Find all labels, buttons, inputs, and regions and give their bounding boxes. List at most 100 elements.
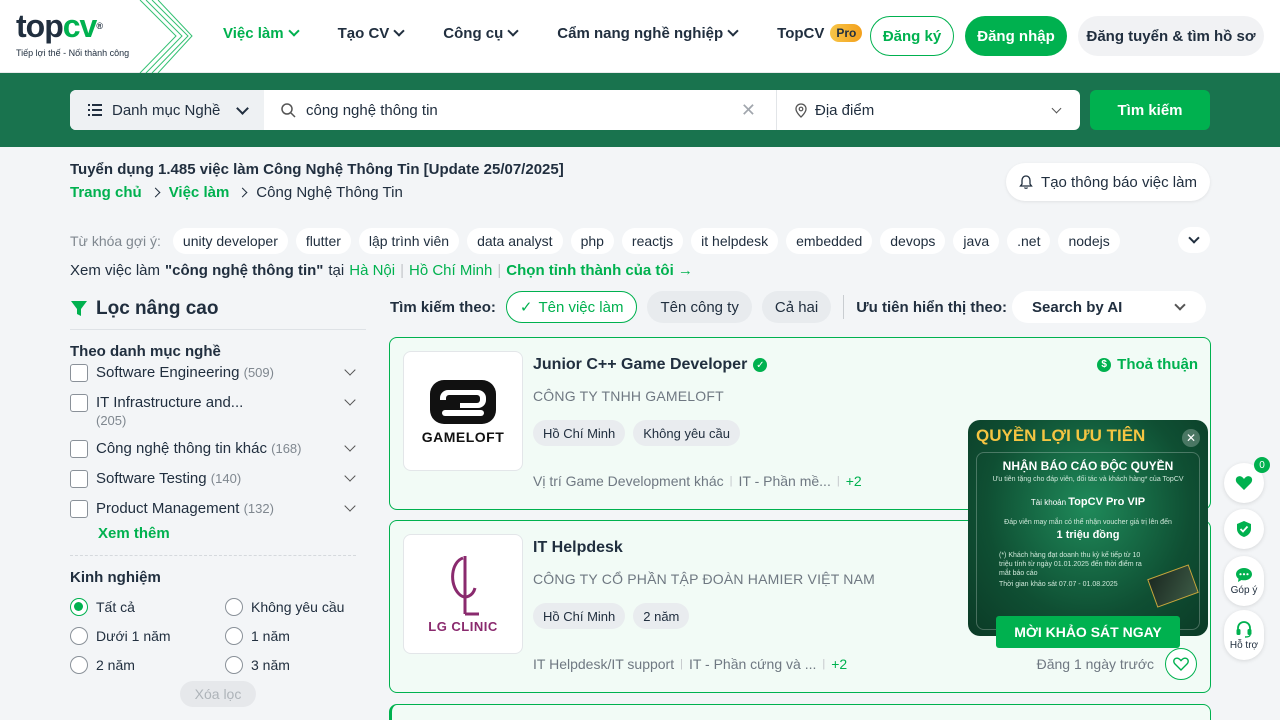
keyword-chip[interactable]: lập trình viên: [358, 228, 460, 254]
city-link-hcm[interactable]: Hồ Chí Minh: [409, 262, 492, 279]
location-pin-icon: [795, 102, 807, 118]
breadcrumb-current: Công Nghệ Thông Tin: [256, 184, 403, 201]
radio[interactable]: [225, 656, 243, 674]
job-title[interactable]: IT Helpdesk: [533, 539, 623, 557]
keyword-input[interactable]: công nghệ thông tin ✕: [264, 90, 777, 130]
search-by-job-title[interactable]: ✓ Tên việc làm: [505, 291, 638, 323]
keyword-chip[interactable]: nodejs: [1058, 228, 1120, 254]
feedback-button[interactable]: Góp ý: [1224, 556, 1264, 606]
chevron-down-icon[interactable]: [344, 470, 356, 482]
nav-topcv-pro[interactable]: TopCV Pro: [777, 24, 863, 42]
breadcrumb-home[interactable]: Trang chủ: [70, 184, 142, 201]
clear-icon[interactable]: ✕: [741, 100, 756, 121]
category-filter-item[interactable]: Product Management (132): [70, 500, 360, 518]
chevron-down-icon[interactable]: [344, 500, 356, 512]
close-icon[interactable]: ✕: [1182, 429, 1200, 447]
promo-cta-button[interactable]: MỜI KHẢO SÁT NGAY: [996, 616, 1180, 648]
checkbox[interactable]: [70, 440, 88, 458]
category-filter-item[interactable]: Software Testing (140): [70, 470, 360, 488]
nav-tools[interactable]: Công cụ: [443, 24, 519, 42]
company-logo[interactable]: GAMELOFT: [403, 351, 523, 471]
filter-icon: [71, 301, 87, 316]
nav-career-guide[interactable]: Cẩm nang nghề nghiệp: [557, 24, 739, 42]
suggested-keywords: Từ khóa gợi ý: unity developer flutter l…: [70, 228, 1120, 254]
checkbox[interactable]: [70, 470, 88, 488]
radio-selected[interactable]: [70, 598, 88, 616]
chevron-down-icon[interactable]: [344, 394, 356, 406]
priority-select[interactable]: Search by AI: [1012, 291, 1206, 323]
chevron-down-icon[interactable]: [344, 364, 356, 376]
experience-option[interactable]: 3 năm: [225, 656, 290, 674]
chevron-down-icon[interactable]: [344, 440, 356, 452]
promo-fine-print: (*) Khách hàng đạt doanh thu kỳ kế tiếp …: [999, 552, 1142, 577]
chevron-down-icon: [727, 25, 739, 37]
see-more-link[interactable]: Xem thêm: [98, 525, 170, 542]
job-title[interactable]: Junior C++ Game Developer ✓: [533, 356, 768, 374]
chevron-down-icon: [1051, 103, 1062, 113]
keyword-chip[interactable]: java: [953, 228, 1000, 254]
location-select[interactable]: Địa điểm: [777, 102, 1080, 119]
experience-option[interactable]: 1 năm: [225, 627, 290, 645]
experience-tag: Không yêu cầu: [633, 420, 740, 446]
expand-keywords-button[interactable]: [1178, 227, 1210, 253]
experience-tag: 2 năm: [633, 603, 690, 629]
search-by-company[interactable]: Tên công ty: [647, 291, 752, 323]
keyword-chip[interactable]: flutter: [295, 228, 351, 254]
category-filter-item[interactable]: IT Infrastructure and... (205): [70, 394, 360, 430]
promo-popup[interactable]: QUYỀN LỢI ƯU TIÊN ✕ NHẬN BÁO CÁO ĐỘC QUY…: [968, 420, 1208, 636]
checkbox[interactable]: [70, 500, 88, 518]
company-name[interactable]: CÔNG TY CỔ PHẦN TẬP ĐOÀN HAMIER VIỆT NAM: [533, 571, 875, 587]
location-tag: Hồ Chí Minh: [533, 603, 626, 629]
experience-option[interactable]: 2 năm: [70, 656, 135, 674]
keyword-chip[interactable]: unity developer: [172, 228, 288, 254]
radio[interactable]: [70, 656, 88, 674]
category-filter-item[interactable]: Công nghệ thông tin khác (168): [70, 440, 360, 458]
radio[interactable]: [225, 598, 243, 616]
nav-create-cv[interactable]: Tạo CV: [338, 24, 405, 42]
protect-button[interactable]: [1224, 509, 1264, 549]
category-select[interactable]: Danh mục Nghề: [70, 90, 264, 130]
experience-option[interactable]: Dưới 1 năm: [70, 627, 171, 645]
radio[interactable]: [225, 627, 243, 645]
experience-option[interactable]: Không yêu cầu: [225, 598, 344, 616]
job-card[interactable]: [389, 704, 1211, 720]
clear-filter-button[interactable]: Xóa lọc: [180, 681, 256, 707]
nav-jobs[interactable]: Việc làm: [223, 24, 300, 42]
chevron-down-icon: [236, 101, 250, 115]
save-job-button[interactable]: [1165, 648, 1197, 680]
breadcrumb-jobs[interactable]: Việc làm: [169, 184, 230, 201]
see-jobs-line: Xem việc làm "công nghệ thông tin" tại H…: [70, 262, 693, 279]
keyword-chip[interactable]: it helpdesk: [691, 228, 779, 254]
register-button[interactable]: Đăng ký: [870, 16, 954, 56]
keyword-chip[interactable]: embedded: [786, 228, 873, 254]
search-icon: [281, 103, 296, 118]
keyword-chip[interactable]: devops: [880, 228, 946, 254]
divider: [843, 295, 845, 319]
gameloft-logo-icon: [429, 379, 496, 424]
suggest-label: Từ khóa gợi ý:: [70, 233, 161, 249]
company-name[interactable]: CÔNG TY TNHH GAMELOFT: [533, 388, 724, 404]
checkbox[interactable]: [70, 364, 88, 382]
radio[interactable]: [70, 627, 88, 645]
employer-button[interactable]: Đăng tuyển & tìm hồ sơ: [1078, 16, 1264, 56]
city-link-hanoi[interactable]: Hà Nội: [349, 262, 395, 279]
category-filter-item[interactable]: Software Engineering (509): [70, 364, 360, 382]
choose-city-link[interactable]: Chọn tỉnh thành của tôi →: [506, 262, 693, 279]
login-button[interactable]: Đăng nhập: [965, 16, 1067, 56]
company-logo[interactable]: LG CLINIC: [403, 534, 523, 654]
keyword-chip[interactable]: .net: [1007, 228, 1051, 254]
keyword-chip[interactable]: php: [570, 228, 614, 254]
job-alert-button[interactable]: Tạo thông báo việc làm: [1006, 163, 1210, 201]
job-tags: Hồ Chí Minh 2 năm: [533, 603, 690, 629]
keyword-chip[interactable]: data analyst: [467, 228, 563, 254]
search-by-both[interactable]: Cả hai: [761, 291, 832, 323]
support-button[interactable]: Hỗ trợ: [1224, 610, 1264, 660]
topcv-logo[interactable]: topcv® Tiếp lợi thế - Nối thành công: [16, 10, 129, 58]
search-button[interactable]: Tìm kiếm: [1090, 90, 1210, 130]
keyword-chip[interactable]: reactjs: [621, 228, 684, 254]
experience-option[interactable]: Tất cả: [70, 598, 135, 616]
divider: [70, 329, 366, 330]
promo-account: Tài khoản TopCV Pro VIP: [1030, 496, 1146, 508]
checkbox[interactable]: [70, 394, 88, 412]
category-filter-title: Theo danh mục nghề: [70, 343, 221, 360]
